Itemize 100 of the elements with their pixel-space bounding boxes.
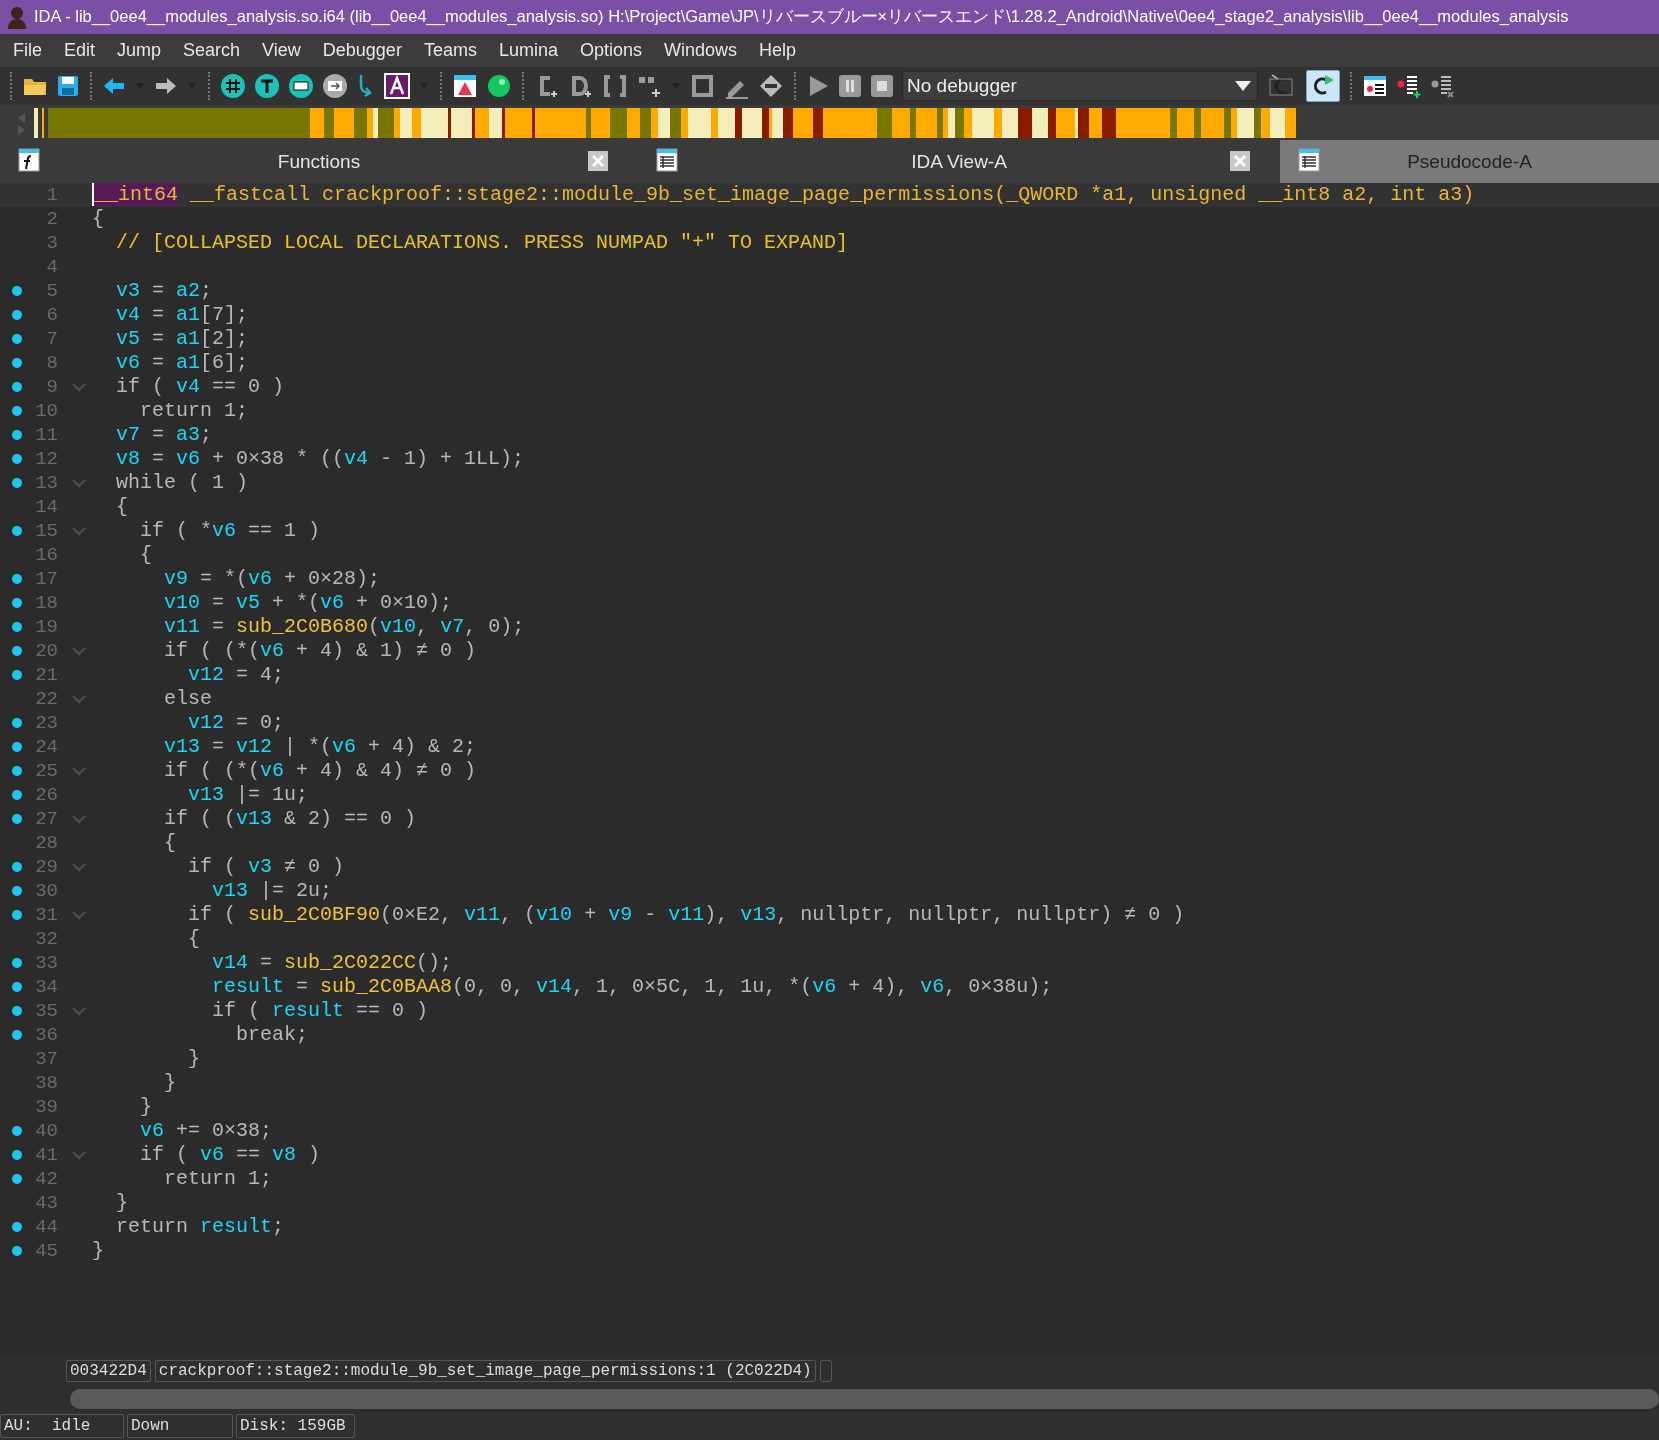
breakpoint-dot[interactable] <box>12 1126 22 1136</box>
breakpoint-dot[interactable] <box>12 286 22 296</box>
line-number: 30 <box>34 879 59 903</box>
breakpoint-dot[interactable] <box>12 718 22 728</box>
tab[interactable]: Pseudocode-A <box>1280 140 1659 183</box>
breakpoint-dot[interactable] <box>12 790 22 800</box>
breakpoint-remove-icon[interactable] <box>1430 73 1456 99</box>
line-number: 17 <box>34 567 59 591</box>
frame-icon[interactable] <box>690 73 716 99</box>
code-line: if ( (v13 & 2) == 0 ) <box>163 807 417 831</box>
line-number: 23 <box>34 711 59 735</box>
breakpoint-dot[interactable] <box>12 622 22 632</box>
menu-item[interactable]: Options <box>568 40 653 61</box>
menu-item[interactable]: Debugger <box>311 40 413 61</box>
tee-circle-icon[interactable] <box>254 73 280 99</box>
binary-circle-icon[interactable] <box>288 73 314 99</box>
breakpoint-dot[interactable] <box>12 814 22 824</box>
breakpoint-dot[interactable] <box>12 886 22 896</box>
line-number: 32 <box>34 927 59 951</box>
line-number: 29 <box>34 855 59 879</box>
breakpoint-list-icon[interactable] <box>1362 73 1388 99</box>
code-line: v6 += 0×38; <box>139 1119 273 1143</box>
breakpoint-dot[interactable] <box>12 1006 22 1016</box>
stop-icon[interactable] <box>870 74 894 98</box>
line-number: 7 <box>45 327 59 351</box>
code-line: v10 = v5 + *(v6 + 0×10); <box>163 591 453 615</box>
code-line: v12 = 0; <box>187 711 285 735</box>
breakpoint-dot[interactable] <box>12 670 22 680</box>
menu-item[interactable]: Windows <box>653 40 748 61</box>
dropdown-arrow-icon[interactable] <box>1233 79 1253 93</box>
code-line: return result; <box>115 1215 285 1239</box>
navigation-band[interactable] <box>34 107 1296 138</box>
breakpoint-dot[interactable] <box>12 958 22 968</box>
code-line: v13 |= 1u; <box>187 783 309 807</box>
line-number: 42 <box>34 1167 59 1191</box>
line-number: 25 <box>34 759 59 783</box>
code-line: { <box>139 543 152 567</box>
menu-item[interactable]: Help <box>748 40 808 61</box>
save-icon[interactable] <box>56 74 80 98</box>
status-field: Down <box>127 1414 233 1438</box>
decompile-icon[interactable] <box>1306 70 1340 102</box>
menu-item[interactable]: Edit <box>53 40 107 61</box>
code-line: while ( 1 ) <box>115 471 249 495</box>
line-number: 16 <box>34 543 59 567</box>
breakpoint-dot[interactable] <box>12 406 22 416</box>
line-number: 22 <box>34 687 59 711</box>
breakpoint-dot[interactable] <box>12 358 22 368</box>
breakpoint-dot[interactable] <box>12 982 22 992</box>
breakpoint-dot[interactable] <box>12 526 22 536</box>
code-line: v13 = v12 | *(v6 + 4) & 2; <box>163 735 477 759</box>
code-line: v6 = a1[6]; <box>115 351 249 375</box>
ball-icon[interactable] <box>486 73 512 99</box>
line-number: 6 <box>45 303 59 327</box>
code-line: break; <box>235 1023 309 1047</box>
breakpoint-dot[interactable] <box>12 598 22 608</box>
line-number: 34 <box>34 975 59 999</box>
breakpoint-dot[interactable] <box>12 382 22 392</box>
breakpoint-add-icon[interactable] <box>1396 73 1422 99</box>
breakpoint-dot[interactable] <box>12 910 22 920</box>
menu-item[interactable]: View <box>251 40 312 61</box>
code-line: if ( (*(v6 + 4) & 4) ≠ 0 ) <box>163 759 477 783</box>
line-number: 33 <box>34 951 59 975</box>
brackets-icon[interactable] <box>602 73 628 99</box>
arrow-circle-icon[interactable] <box>322 73 348 99</box>
breakpoint-dot[interactable] <box>12 334 22 344</box>
menu-item[interactable]: Search <box>172 40 252 61</box>
function-icon <box>18 148 40 172</box>
breakpoint-dot[interactable] <box>12 862 22 872</box>
menu-item[interactable]: File <box>2 40 53 61</box>
menu-item[interactable]: Jump <box>106 40 173 61</box>
breakpoint-dot[interactable] <box>12 1174 22 1184</box>
debugger-select[interactable]: No debugger <box>902 71 1258 101</box>
code-line: else <box>163 687 213 711</box>
line-number: 1 <box>45 183 59 207</box>
status-field: Disk: 159GB <box>236 1414 355 1438</box>
horizontal-scrollbar[interactable] <box>70 1389 1659 1409</box>
breakpoint-dot[interactable] <box>12 646 22 656</box>
letter-box-icon[interactable] <box>384 73 410 99</box>
breakpoint-dot[interactable] <box>12 310 22 320</box>
code-line: __int64 __fastcall crackproof::stage2::module_9b_set_image_page_permissions(_QWORD *a1, unsigned __int8 a2, int a3) <box>92 183 1475 207</box>
menu-item[interactable]: Teams <box>412 40 488 61</box>
code-line: return 1; <box>163 1167 273 1191</box>
breakpoint-dot[interactable] <box>12 478 22 488</box>
breakpoint-dot[interactable] <box>12 454 22 464</box>
code-line: v3 = a2; <box>115 279 213 303</box>
menu-item[interactable]: Lumina <box>487 40 569 61</box>
code-line: } <box>163 1071 176 1095</box>
breakpoint-dot[interactable] <box>12 1030 22 1040</box>
breakpoint-dot[interactable] <box>12 430 22 440</box>
breakpoint-dot[interactable] <box>12 574 22 584</box>
breakpoint-dot[interactable] <box>12 1150 22 1160</box>
breakpoint-dot[interactable] <box>12 742 22 752</box>
diamond-icon[interactable] <box>758 73 784 99</box>
code-line: } <box>115 1191 128 1215</box>
pause-icon[interactable] <box>838 74 862 98</box>
breakpoint-dot[interactable] <box>12 1222 22 1232</box>
grid-circle-icon[interactable] <box>220 73 246 99</box>
code-line: if ( v3 ≠ 0 ) <box>187 855 345 879</box>
breakpoint-dot[interactable] <box>12 766 22 776</box>
breakpoint-dot[interactable] <box>12 1246 22 1256</box>
